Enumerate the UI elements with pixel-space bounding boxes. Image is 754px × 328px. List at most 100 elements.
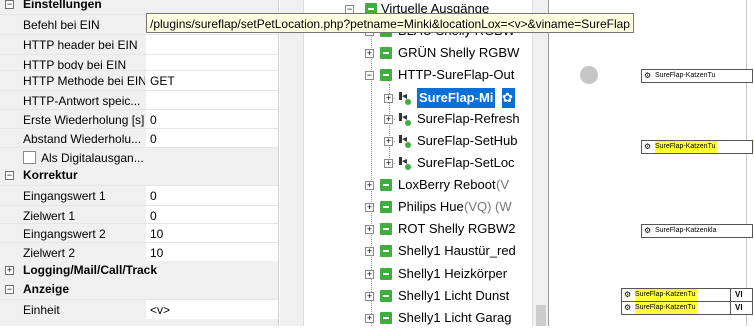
expand-icon[interactable]: + bbox=[5, 266, 14, 275]
property-key: HTTP-Antwort speic... bbox=[23, 94, 141, 108]
section-anzeige[interactable]: − Anzeige bbox=[0, 280, 278, 299]
tooltip: /plugins/sureflap/setPetLocation.php?pet… bbox=[146, 13, 634, 33]
property-row[interactable]: HTTP Methode bei EIN GET bbox=[0, 70, 278, 90]
property-value[interactable]: GET bbox=[150, 74, 175, 88]
tree-label: Shelly1 Heizkörper bbox=[398, 266, 508, 281]
tree-label: Shelly1 Haustür_red bbox=[398, 243, 516, 258]
virtual-output-command-icon bbox=[399, 135, 411, 148]
property-key: HTTP header bei EIN bbox=[23, 38, 138, 52]
property-row[interactable]: Eingangswert 1 0 bbox=[0, 185, 278, 205]
gear-icon: ⚙ bbox=[624, 290, 632, 299]
collapse-icon[interactable]: − bbox=[5, 0, 14, 9]
collapse-icon[interactable]: − bbox=[365, 71, 374, 80]
output-icon bbox=[380, 290, 392, 302]
properties-panel: − Einstellungen Befehl bei EIN HTTP head… bbox=[0, 0, 278, 326]
property-row[interactable]: Abstand Wiederholu... 0 bbox=[0, 128, 278, 148]
output-icon bbox=[380, 69, 392, 81]
output-icon bbox=[380, 223, 392, 235]
expand-icon[interactable]: + bbox=[365, 49, 374, 58]
program-canvas[interactable]: ⚙ SureFlap-KatzenTu ⚙ SureFlap-KatzenTu ⚙ Sur… bbox=[548, 0, 754, 326]
tree-label: HTTP-SureFlap-Out bbox=[398, 67, 515, 82]
section-korrektur[interactable]: − Korrektur bbox=[0, 166, 278, 185]
block-label: SureFlap-KatzenTu bbox=[655, 141, 718, 153]
tree-panel: − Virtuelle Ausgänge +BLAU Shelly RGBW+G… bbox=[278, 0, 549, 326]
expand-icon[interactable]: + bbox=[384, 137, 393, 146]
scrollbar-thumb[interactable] bbox=[536, 305, 546, 326]
expand-icon[interactable]: + bbox=[365, 292, 374, 301]
property-value[interactable]: 0 bbox=[150, 132, 157, 146]
block-label: SureFlap-KatzenTu bbox=[635, 289, 698, 301]
expand-icon[interactable]: + bbox=[384, 159, 393, 168]
block-label: SureFlap-Katzenkla bbox=[655, 227, 717, 234]
expand-icon[interactable]: + bbox=[365, 247, 374, 256]
block-label: SureFlap-KatzenTu bbox=[655, 72, 716, 79]
expand-icon[interactable]: + bbox=[365, 181, 374, 190]
gear-icon: ⚙ bbox=[644, 71, 652, 80]
function-block[interactable]: ⚙ SureFlap-KatzenTu VI bbox=[621, 288, 753, 302]
function-block[interactable]: ⚙ SureFlap-KatzenTu bbox=[641, 140, 753, 154]
tree-label: LoxBerry Reboot bbox=[398, 177, 496, 192]
settings-icon[interactable]: ✿ bbox=[502, 88, 515, 108]
output-icon bbox=[380, 312, 392, 324]
expand-icon[interactable]: + bbox=[365, 203, 374, 212]
virtual-output-command-icon bbox=[399, 92, 411, 105]
property-value[interactable]: <v> bbox=[150, 303, 170, 317]
block-separator bbox=[730, 302, 731, 314]
tree-label: GRÜN Shelly RGBW bbox=[398, 45, 520, 60]
expand-icon[interactable]: + bbox=[365, 314, 374, 323]
function-block[interactable]: ⚙ SureFlap-KatzenTu bbox=[641, 69, 753, 83]
section-label: Korrektur bbox=[23, 168, 78, 182]
tree-label: SureFlap-SetLoc bbox=[417, 155, 515, 170]
section-einstellungen[interactable]: − Einstellungen bbox=[0, 0, 278, 14]
output-icon bbox=[380, 47, 392, 59]
block-separator bbox=[730, 289, 731, 301]
property-key: Eingangswert 2 bbox=[23, 227, 106, 241]
property-row[interactable]: Eingangswert 2 10 bbox=[0, 223, 278, 243]
block-type-label: VI bbox=[735, 290, 743, 299]
output-icon bbox=[380, 179, 392, 191]
tree-label: Shelly1 Licht Dunst bbox=[398, 288, 510, 303]
property-key: Erste Wiederholung [s] bbox=[23, 113, 145, 127]
property-row[interactable]: Zielwert 1 0 bbox=[0, 205, 278, 225]
output-icon bbox=[380, 245, 392, 257]
property-row[interactable]: HTTP-Antwort speic... bbox=[0, 90, 278, 110]
property-value[interactable]: 0 bbox=[150, 209, 157, 223]
expand-icon[interactable]: + bbox=[384, 115, 393, 124]
output-icon bbox=[380, 268, 392, 280]
page-border-line bbox=[746, 0, 747, 326]
checkbox[interactable] bbox=[23, 151, 36, 164]
property-row[interactable]: Erste Wiederholung [s] 0 bbox=[0, 109, 278, 129]
property-row-checkbox[interactable]: Als Digitalausgan... bbox=[0, 147, 278, 167]
property-value[interactable]: 10 bbox=[150, 246, 163, 260]
property-key: Als Digitalausgan... bbox=[41, 151, 144, 165]
property-key: Befehl bei EIN bbox=[23, 18, 100, 32]
function-block[interactable]: ⚙ SureFlap-KatzenTu VI bbox=[621, 301, 753, 315]
gear-icon: ⚙ bbox=[644, 226, 652, 235]
property-row[interactable]: Einheit <v> bbox=[0, 299, 278, 319]
section-logging[interactable]: + Logging/Mail/Call/Track bbox=[0, 261, 278, 280]
property-value[interactable]: 10 bbox=[150, 227, 163, 241]
connector-dot[interactable] bbox=[580, 66, 598, 84]
tree-guide bbox=[371, 16, 372, 326]
property-row[interactable]: Zielwert 2 10 bbox=[0, 242, 278, 262]
property-key: HTTP Methode bei EIN bbox=[23, 74, 145, 88]
collapse-icon[interactable]: − bbox=[5, 171, 14, 180]
block-label: SureFlap-KatzenTu bbox=[635, 302, 698, 314]
property-key: Zielwert 2 bbox=[23, 246, 76, 260]
gear-icon: ⚙ bbox=[624, 303, 632, 312]
expand-icon[interactable]: + bbox=[365, 225, 374, 234]
property-key: Einheit bbox=[23, 303, 60, 317]
property-value[interactable]: 0 bbox=[150, 189, 157, 203]
vertical-scrollbar[interactable] bbox=[532, 0, 549, 326]
expand-icon[interactable]: + bbox=[384, 94, 393, 103]
virtual-output-command-icon bbox=[399, 113, 411, 126]
virtual-output-command-icon bbox=[399, 157, 411, 170]
property-row[interactable]: HTTP header bei EIN bbox=[0, 34, 278, 54]
property-value[interactable]: 0 bbox=[150, 113, 157, 127]
tree-label: SureFlap-SetHub bbox=[417, 133, 518, 148]
expand-icon[interactable]: + bbox=[365, 270, 374, 279]
property-key: Eingangswert 1 bbox=[23, 189, 106, 203]
collapse-icon[interactable]: − bbox=[5, 285, 14, 294]
tree-label: Shelly1 Licht Garag bbox=[398, 310, 512, 325]
function-block[interactable]: ⚙ SureFlap-Katzenkla bbox=[641, 224, 753, 238]
